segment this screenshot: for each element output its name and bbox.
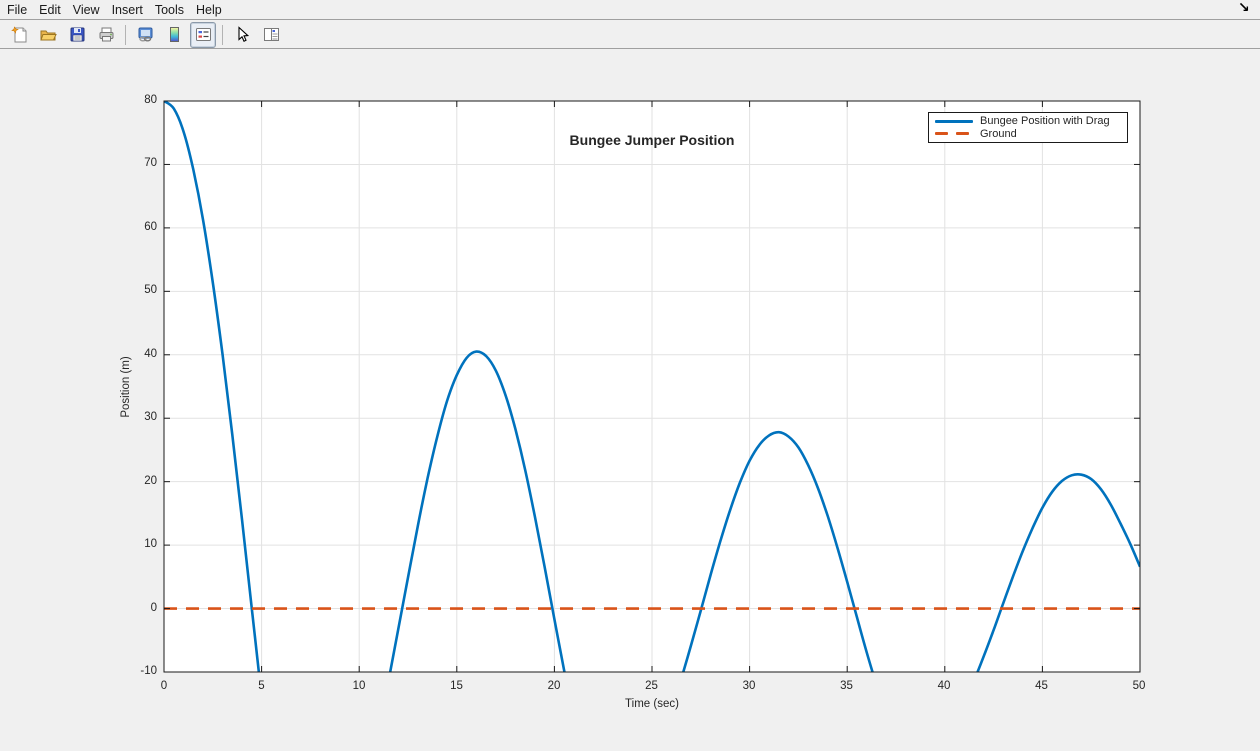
open-folder-icon (40, 26, 57, 43)
new-figure-button[interactable] (6, 22, 32, 48)
y-tick-label: 0 (109, 602, 157, 614)
x-tick-label: 30 (727, 680, 771, 692)
y-tick-label: 60 (109, 221, 157, 233)
y-tick-label: 20 (109, 475, 157, 487)
menu-edit[interactable]: Edit (34, 2, 66, 18)
printer-icon (98, 26, 115, 43)
arrow-pointer-icon (234, 26, 251, 43)
x-tick-label: 5 (240, 680, 284, 692)
y-tick-label: 10 (109, 538, 157, 550)
link-plot-icon (137, 26, 154, 43)
y-axis-label: Position (m) (120, 356, 132, 417)
x-tick-label: 15 (435, 680, 479, 692)
new-document-icon (11, 26, 28, 43)
save-figure-button[interactable] (64, 22, 90, 48)
legend-entry-ground: Ground (929, 128, 1127, 141)
link-plot-button[interactable] (132, 22, 158, 48)
insert-colorbar-button[interactable] (161, 22, 187, 48)
legend-label: Ground (980, 128, 1017, 140)
legend-dashed-line-sample (935, 132, 973, 135)
menu-view[interactable]: View (68, 2, 105, 18)
y-tick-label: 40 (109, 348, 157, 360)
y-tick-label: 80 (109, 94, 157, 106)
legend-box[interactable]: Bungee Position with Drag Ground (928, 112, 1128, 143)
figure-canvas[interactable]: Bungee Jumper Position 0 5 10 15 20 25 3… (0, 49, 1260, 751)
x-tick-label: 35 (825, 680, 869, 692)
toolbar-separator (125, 25, 126, 45)
save-floppy-icon (69, 26, 86, 43)
x-axis-label: Time (sec) (164, 698, 1140, 710)
edit-plot-button[interactable] (229, 22, 255, 48)
menu-insert[interactable]: Insert (107, 2, 148, 18)
toolbar-separator (222, 25, 223, 45)
plot-axes[interactable] (0, 49, 1260, 751)
x-tick-label: 40 (922, 680, 966, 692)
y-tick-label: 30 (109, 411, 157, 423)
property-editor-button[interactable] (258, 22, 284, 48)
legend-entry-bungee: Bungee Position with Drag (929, 115, 1127, 128)
legend-solid-line-sample (935, 120, 973, 123)
x-tick-label: 0 (142, 680, 186, 692)
y-tick-label: 50 (109, 284, 157, 296)
insert-legend-button[interactable] (190, 22, 216, 48)
menu-help[interactable]: Help (191, 2, 227, 18)
menu-bar: File Edit View Insert Tools Help (0, 0, 1260, 20)
mouse-cursor-icon: ↘ (1238, 0, 1250, 16)
y-tick-label: 70 (109, 157, 157, 169)
menu-file[interactable]: File (2, 2, 32, 18)
open-file-button[interactable] (35, 22, 61, 48)
legend-icon (195, 26, 212, 43)
x-tick-label: 10 (337, 680, 381, 692)
x-tick-label: 25 (630, 680, 674, 692)
x-tick-label: 20 (532, 680, 576, 692)
figure-toolbar (0, 21, 1260, 49)
x-tick-label: 50 (1117, 680, 1161, 692)
y-tick-label: -10 (109, 665, 157, 677)
colorbar-icon (166, 26, 183, 43)
print-figure-button[interactable] (93, 22, 119, 48)
menu-tools[interactable]: Tools (150, 2, 189, 18)
property-editor-icon (263, 26, 280, 43)
x-tick-label: 45 (1020, 680, 1064, 692)
legend-label: Bungee Position with Drag (980, 115, 1110, 127)
